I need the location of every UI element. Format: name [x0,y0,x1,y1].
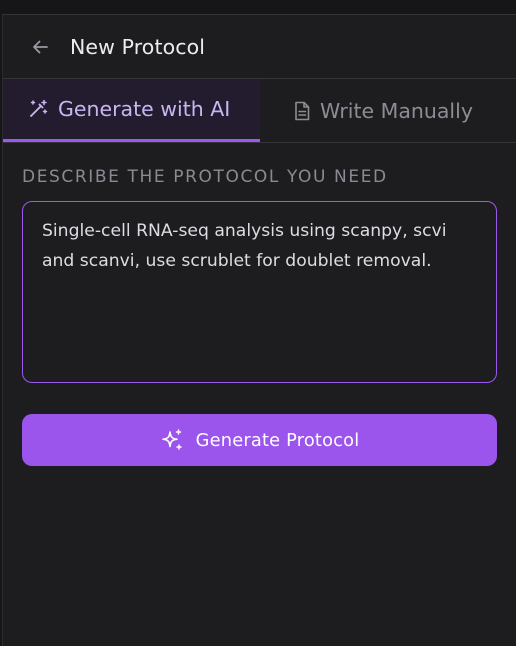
tab-generate-with-ai[interactable]: Generate with AI [3,79,260,142]
tab-write-manually-label: Write Manually [320,98,473,123]
back-button[interactable] [29,36,51,58]
protocol-description-box [22,201,497,383]
magic-wand-icon [27,98,49,120]
arrow-left-icon [33,40,48,53]
panel-header: New Protocol [3,15,516,79]
protocol-description-input[interactable] [23,202,496,382]
tab-bar: Generate with AI Write Manually [3,79,516,143]
page-title: New Protocol [70,34,206,59]
description-section-label: DESCRIBE THE PROTOCOL YOU NEED [22,167,388,187]
new-protocol-panel: New Protocol Generate with AI Write Manu… [2,14,516,646]
sparkles-icon [160,428,184,452]
document-icon [293,101,311,121]
generate-protocol-button[interactable]: Generate Protocol [22,414,497,466]
tab-write-manually[interactable]: Write Manually [260,79,516,142]
tab-generate-with-ai-label: Generate with AI [58,97,231,121]
generate-protocol-label: Generate Protocol [195,429,360,451]
